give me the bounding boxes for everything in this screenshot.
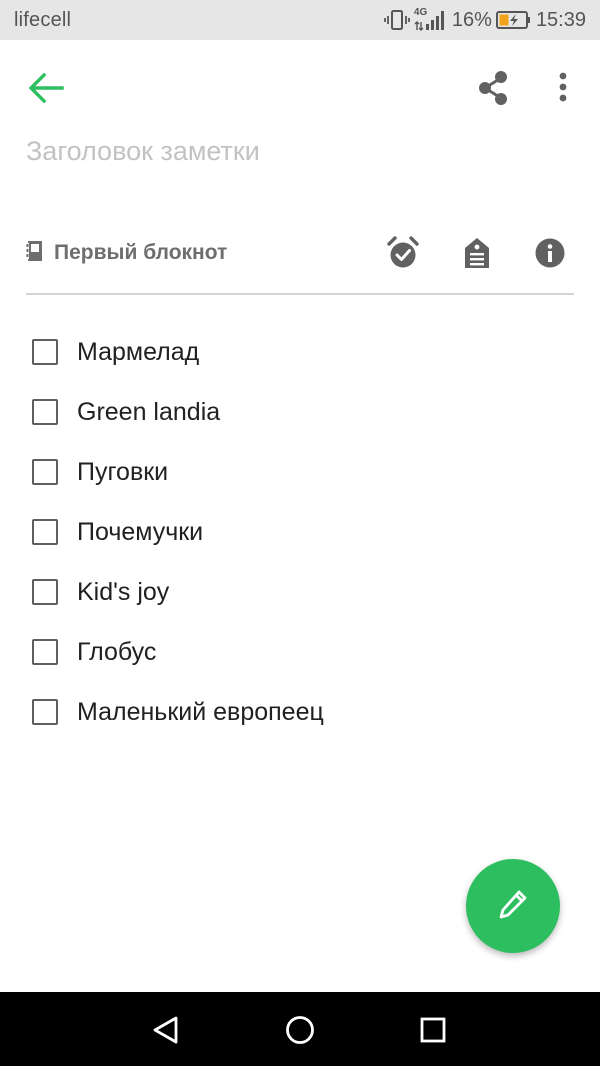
checkbox[interactable]: [32, 639, 58, 665]
checklist-item-label: Почемучки: [77, 517, 204, 546]
checklist-item: Почемучки: [0, 502, 600, 562]
notebook-icon: [26, 240, 44, 267]
share-icon: [476, 71, 512, 110]
clock: 15:39: [535, 8, 586, 31]
info-icon: [533, 238, 567, 274]
reminder-button[interactable]: [386, 236, 420, 270]
share-button[interactable]: [476, 70, 512, 106]
edit-fab[interactable]: [466, 859, 560, 953]
checkbox[interactable]: [32, 699, 58, 725]
notebook-name: Первый блокнот: [54, 241, 228, 264]
vibrate-icon: [384, 8, 410, 32]
tag-icon: [460, 238, 494, 274]
network-4g-icon: 4G: [414, 8, 448, 32]
note-toolbar: [0, 40, 600, 134]
reminder-icon: [386, 236, 420, 274]
checkbox[interactable]: [32, 519, 58, 545]
checklist-item-label: Маленький европеец: [77, 697, 324, 726]
nav-home-button[interactable]: [280, 1010, 320, 1050]
battery-icon: [495, 10, 532, 30]
checklist-item-label: Green landia: [77, 397, 221, 426]
nav-back-icon: [147, 1016, 187, 1054]
note-title-input[interactable]: [26, 128, 566, 174]
checkbox[interactable]: [32, 339, 58, 365]
nav-recents-button[interactable]: [413, 1010, 453, 1050]
checklist-item-label: Kid's joy: [77, 577, 170, 606]
info-button[interactable]: [533, 236, 567, 270]
checklist-item: Пуговки: [0, 442, 600, 502]
divider: [26, 293, 574, 295]
checklist-item-label: Глобус: [77, 637, 157, 666]
back-arrow-icon: [26, 72, 66, 112]
checkbox[interactable]: [32, 399, 58, 425]
checklist-item-label: Пуговки: [77, 457, 169, 486]
checklist-item: Глобус: [0, 622, 600, 682]
checklist-item: Мармелад: [0, 322, 600, 382]
status-indicators: 4G 16% 15:39: [384, 8, 586, 32]
note-metadata-row: Первый блокнот: [26, 232, 574, 274]
checklist: Мармелад Green landia Пуговки Почемучки Kid'…: [0, 322, 600, 742]
nav-back-button[interactable]: [147, 1010, 187, 1050]
checklist-item-label: Мармелад: [77, 337, 200, 366]
checklist-item: Маленький европеец: [0, 682, 600, 742]
back-button[interactable]: [26, 68, 66, 108]
tag-button[interactable]: [460, 236, 494, 270]
checkbox[interactable]: [32, 459, 58, 485]
carrier-name: lifecell: [14, 9, 72, 31]
system-nav-bar: [0, 992, 600, 1066]
status-bar: lifecell 4G 16% 15:39: [0, 0, 600, 40]
nav-recents-icon: [413, 1017, 453, 1054]
checklist-item: Green landia: [0, 382, 600, 442]
notebook-selector[interactable]: Первый блокнот: [26, 232, 227, 274]
battery-percent: 16%: [451, 8, 492, 31]
pencil-icon: [493, 884, 533, 929]
nav-home-icon: [280, 1016, 320, 1054]
checklist-item: Kid's joy: [0, 562, 600, 622]
more-options-button[interactable]: [552, 70, 574, 106]
checkbox[interactable]: [32, 579, 58, 605]
more-vert-icon: [552, 72, 574, 110]
